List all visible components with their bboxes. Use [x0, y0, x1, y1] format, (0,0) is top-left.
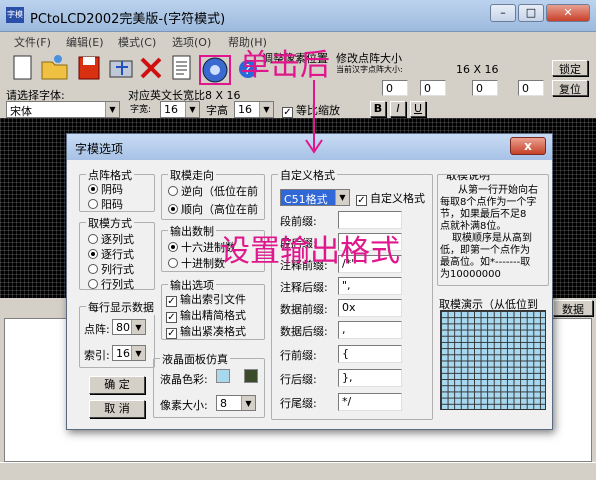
description-text: 从第一行开始向右 每取8个点作为一个字 节，如果最后不足8 点就补满8位。 取模…: [440, 185, 538, 280]
height-select[interactable]: 16 ▼: [234, 101, 274, 118]
radio-row-column[interactable]: 行列式: [88, 276, 134, 292]
prefix-input-3[interactable]: ",: [338, 277, 402, 295]
prefix-label-6: 行前缀:: [280, 349, 317, 362]
radio-decimal[interactable]: 十进制数: [168, 255, 225, 271]
minimize-button[interactable]: –: [490, 4, 516, 22]
delete-icon[interactable]: [138, 53, 164, 83]
main-window: 字模 PCtoLCD2002完美版-(字符模式) – □ ✕ 文件(F) 编辑(…: [0, 0, 596, 480]
direction-title: 取模走向: [168, 167, 216, 183]
height-label: 字高: [206, 104, 228, 117]
settings-gear-icon[interactable]: [198, 53, 232, 85]
radio-negative[interactable]: 阴码: [88, 181, 123, 197]
prefix-input-7[interactable]: },: [338, 369, 402, 387]
prefix-label-7: 行后缀:: [280, 373, 317, 386]
width-label: 字宽:: [130, 105, 152, 115]
description-group: 取模说明 从第一行开始向右 每取8个点作为一个字 节，如果最后不足8 点就补满8…: [437, 174, 549, 286]
save-icon[interactable]: [76, 53, 102, 83]
chk-custom-format[interactable]: ✓ 自定义格式: [356, 190, 425, 206]
per-line-group: 每行显示数据 点阵: 80 ▼ 索引: 16 ▼: [79, 299, 156, 368]
preview-grid: [440, 310, 546, 410]
mode-group: 取模方式 逐列式 逐行式 列行式 行列式: [79, 215, 155, 292]
prefix-label-5: 数据后缀:: [280, 325, 328, 338]
chk-compact[interactable]: ✓ 输出精简格式: [166, 307, 246, 323]
maximize-button[interactable]: □: [518, 4, 544, 22]
menu-mode[interactable]: 模式(C): [118, 34, 156, 50]
export-icon[interactable]: [106, 53, 133, 83]
index-count-select[interactable]: 16 ▼: [112, 345, 146, 361]
italic-button[interactable]: I: [390, 101, 406, 117]
output-number-title: 输出数制: [168, 223, 216, 239]
open-folder-icon[interactable]: [40, 53, 68, 83]
custom-format-group: 自定义格式 C51格式 ▼ ✓ 自定义格式 段前缀: 段后缀: 注释前缀: /*" …: [271, 167, 433, 420]
title-bar: 字模 PCtoLCD2002完美版-(字符模式) – □ ✕: [0, 0, 596, 32]
lock-button[interactable]: 锁定: [552, 60, 588, 76]
prefix-label-4: 数据前缀:: [280, 303, 328, 316]
radio-column[interactable]: 逐列式: [88, 231, 134, 247]
font-options-dialog: 字模选项 x 点阵格式 阴码 阳码 取模方式 逐列式 逐行式 列行式 行列式 每…: [66, 133, 553, 430]
mode-title: 取模方式: [86, 215, 134, 231]
spin-x[interactable]: 0: [382, 80, 408, 96]
document-icon[interactable]: [170, 53, 196, 83]
index-count-label: 索引:: [84, 349, 110, 362]
prefix-input-5[interactable]: ,: [338, 321, 402, 339]
reset-button[interactable]: 复位: [552, 80, 588, 96]
spin-h[interactable]: 0: [518, 80, 544, 96]
prefix-label-8: 行尾缀:: [280, 397, 317, 410]
dot-format-group: 点阵格式 阴码 阳码: [79, 167, 155, 212]
lcd-color-swatch-fg[interactable]: [244, 369, 258, 383]
radio-forward[interactable]: 顺向（高位在前: [168, 201, 258, 217]
chk-tight[interactable]: ✓ 输出紧凑格式: [166, 323, 246, 339]
cancel-button[interactable]: 取 消: [89, 400, 145, 418]
pixel-size-select[interactable]: 8 ▼: [216, 395, 256, 411]
prefix-input-4[interactable]: 0x: [338, 299, 402, 317]
direction-group: 取模走向 逆向（低位在前 顺向（高位在前: [161, 167, 265, 220]
prefix-input-8[interactable]: */: [338, 393, 402, 411]
font-select[interactable]: 宋体 ▼: [6, 101, 120, 118]
close-button[interactable]: ✕: [546, 4, 590, 22]
prefix-label-3: 注释后缀:: [280, 281, 328, 294]
pixel-size-label: 像素大小:: [160, 399, 208, 412]
data-tab[interactable]: 数据: [553, 300, 593, 316]
dot-size-sub-label: 当前汉字点阵大小:: [336, 65, 403, 74]
lcd-title: 液晶面板仿真: [160, 351, 230, 367]
menu-edit[interactable]: 编辑(E): [66, 34, 104, 50]
menu-file[interactable]: 文件(F): [14, 34, 51, 50]
ok-button[interactable]: 确 定: [89, 376, 145, 394]
prefix-input-6[interactable]: {: [338, 345, 402, 363]
dot-count-select[interactable]: 80 ▼: [112, 319, 146, 335]
width-select[interactable]: 16 ▼: [160, 101, 200, 118]
app-icon: 字模: [6, 7, 24, 23]
lcd-color-swatch-bg[interactable]: [216, 369, 230, 383]
radio-reverse[interactable]: 逆向（低位在前: [168, 183, 258, 199]
custom-format-title: 自定义格式: [278, 167, 337, 183]
spin-w[interactable]: 0: [472, 80, 498, 96]
dot-count-label: 点阵:: [84, 323, 110, 336]
status-bar: [0, 462, 596, 480]
bold-button[interactable]: B: [370, 101, 386, 117]
annotation-arrow-icon: [305, 80, 323, 154]
output-options-group: 输出选项 ✓ 输出索引文件 ✓ 输出精简格式 ✓ 输出紧凑格式: [161, 277, 265, 340]
new-file-icon[interactable]: [10, 53, 36, 83]
menu-options[interactable]: 选项(O): [172, 34, 211, 50]
dot-size-value: 16 X 16: [456, 63, 499, 76]
chk-index-file[interactable]: ✓ 输出索引文件: [166, 291, 246, 307]
lcd-color-label: 液晶色彩:: [160, 373, 208, 386]
radio-positive[interactable]: 阳码: [88, 196, 123, 212]
annotation-set-format: 设置输出格式: [220, 234, 400, 269]
radio-column-row[interactable]: 列行式: [88, 261, 134, 277]
description-title: 取模说明: [444, 175, 492, 183]
radio-row[interactable]: 逐行式: [88, 246, 134, 262]
dialog-title: 字模选项: [75, 142, 124, 156]
lcd-group: 液晶面板仿真 液晶色彩: 像素大小: 8 ▼: [153, 351, 265, 418]
dialog-close-button[interactable]: x: [510, 137, 546, 155]
window-title: PCtoLCD2002完美版-(字符模式): [30, 12, 226, 27]
underline-button[interactable]: U: [410, 101, 426, 117]
format-select[interactable]: C51格式 ▼: [280, 189, 350, 206]
per-line-title: 每行显示数据: [86, 299, 156, 315]
spin-y[interactable]: 0: [420, 80, 446, 96]
